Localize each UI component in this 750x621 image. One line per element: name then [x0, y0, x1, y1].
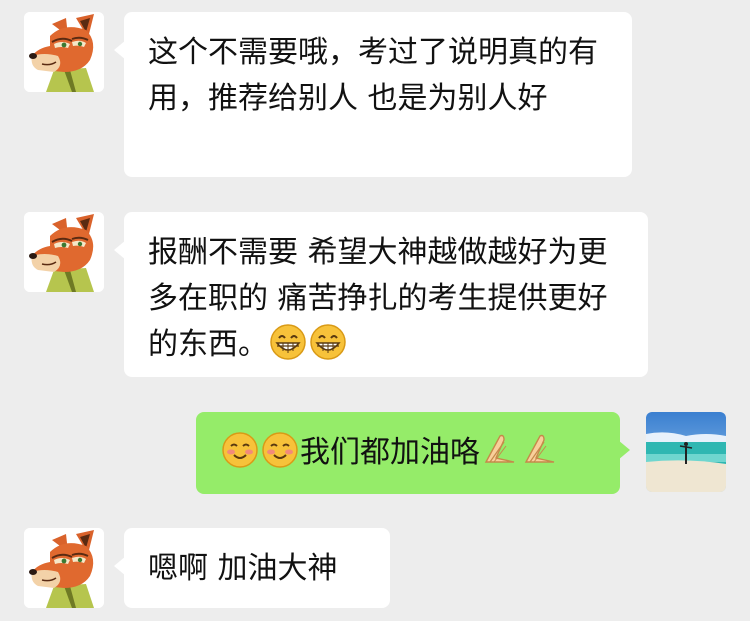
fox-avatar-icon[interactable] [24, 212, 104, 292]
grin-emoji-icon [270, 324, 306, 374]
message-bubble-incoming[interactable]: 报酬不需要 希望大神越做越好为更多在职的 痛苦挣扎的考生提供更好的东西。 [114, 212, 648, 377]
fox-avatar-icon[interactable] [24, 528, 104, 608]
beach-photo-avatar[interactable] [646, 412, 726, 492]
chat-window: 这个不需要哦，考过了说明真的有用，推荐给别人 也是为别人好 报酬不需要 希望大神… [0, 0, 750, 621]
pray-hands-emoji-icon [482, 432, 518, 482]
message-text: 我们都加油咯 [300, 435, 480, 470]
message-bubble-incoming[interactable]: 这个不需要哦，考过了说明真的有用，推荐给别人 也是为别人好 [114, 12, 632, 177]
fox-avatar-icon[interactable] [24, 12, 104, 92]
grin-emoji-icon [310, 324, 346, 374]
message-text: 这个不需要哦，考过了说明真的有用，推荐给别人 也是为别人好 [148, 35, 598, 116]
message-bubble-incoming[interactable]: 嗯啊 加油大神 [114, 528, 390, 608]
message-text: 嗯啊 加油大神 [148, 551, 338, 586]
message-text: 报酬不需要 希望大神越做越好为更多在职的 痛苦挣扎的考生提供更好的东西。 [148, 235, 608, 362]
smile-emoji-icon [262, 432, 298, 482]
pray-hands-emoji-icon [522, 432, 558, 482]
smile-emoji-icon [222, 432, 258, 482]
message-bubble-outgoing[interactable]: 我们都加油咯 [196, 412, 630, 494]
